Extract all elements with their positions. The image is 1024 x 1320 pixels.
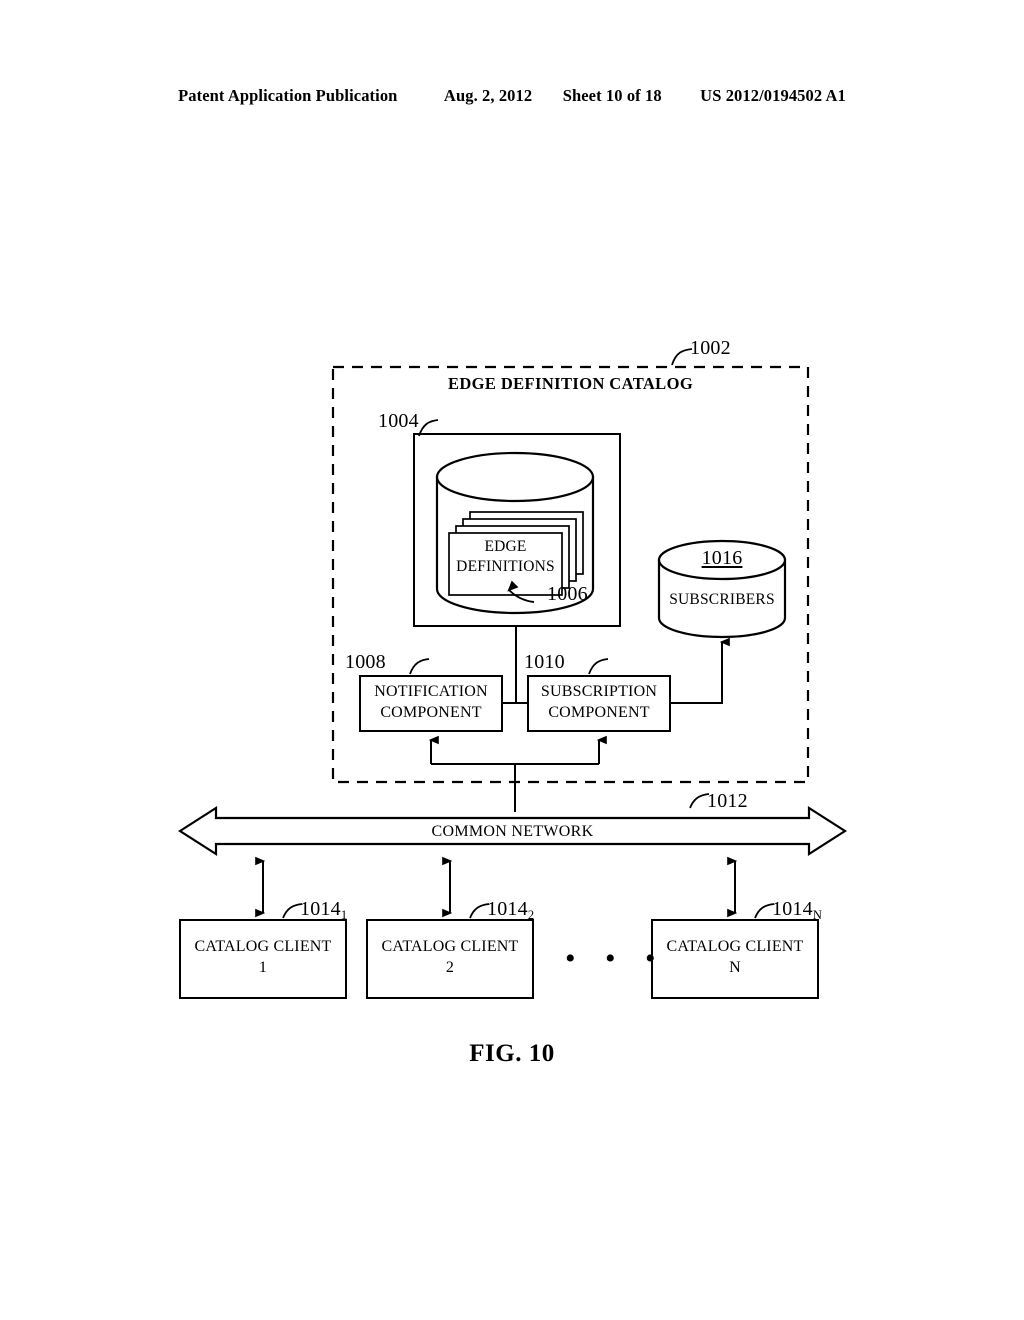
ref-label-1006: 1006 — [547, 583, 588, 605]
ref-label-1016: 1016 — [701, 547, 743, 569]
subscription-component-label-line1: SUBSCRIPTION — [540, 683, 658, 700]
catalog-client-1-label-line2: 1 — [258, 959, 268, 976]
leader-1008 — [409, 658, 430, 675]
ref-sub-1014-1: 1 — [340, 908, 348, 922]
figure-vector-drawing — [177, 348, 848, 999]
ref-label-1004: 1004 — [378, 410, 419, 432]
ref-label-1010: 1010 — [524, 651, 565, 673]
ref-label-1014-2: 10142 — [487, 898, 534, 922]
ref-base-1014-1: 1014 — [300, 898, 341, 920]
catalog-client-2-label-line2: 2 — [445, 959, 455, 976]
catalog-client-2-label-line1: CATALOG CLIENT — [381, 938, 519, 955]
connector-subscription-to-subscribers — [670, 637, 730, 704]
edge-definitions-cylinder-top — [435, 451, 595, 503]
edge-definitions-card-label-line2: DEFINITIONS — [456, 558, 555, 575]
notification-component-label-line1: NOTIFICATION — [374, 683, 488, 700]
notification-component-label-line2: COMPONENT — [380, 704, 482, 721]
catalog-client-1-label-line1: CATALOG CLIENT — [194, 938, 332, 955]
ref-label-1002: 1002 — [690, 337, 731, 359]
edge-definition-catalog-title: EDGE DEFINITION CATALOG — [447, 374, 694, 393]
ref-label-1012: 1012 — [707, 790, 748, 812]
patent-figure-10: 1002 EDGE DEFINITION CATALOG 1004 EDGE D… — [0, 0, 1024, 1320]
ref-label-1008: 1008 — [345, 651, 386, 673]
subscription-component-label-line2: COMPONENT — [548, 704, 650, 721]
ref-label-1014-n: 1014N — [772, 898, 822, 922]
ref-sub-1014-n: N — [812, 908, 822, 922]
ref-sub-1014-2: 2 — [527, 908, 535, 922]
ref-base-1014-2: 1014 — [487, 898, 528, 920]
leader-1002 — [671, 348, 693, 366]
ref-label-1014-1: 10141 — [300, 898, 347, 922]
subscribers-label: SUBSCRIBERS — [669, 591, 775, 608]
edge-definitions-card-label-line1: EDGE — [484, 538, 527, 555]
catalog-client-n-label-line1: CATALOG CLIENT — [666, 938, 804, 955]
catalog-client-n-label-line2: N — [729, 959, 741, 976]
common-network-label: COMMON NETWORK — [431, 823, 594, 840]
ref-base-1014-n: 1014 — [772, 898, 813, 920]
leader-1010 — [588, 658, 609, 675]
figure-caption: FIG. 10 — [469, 1040, 555, 1067]
